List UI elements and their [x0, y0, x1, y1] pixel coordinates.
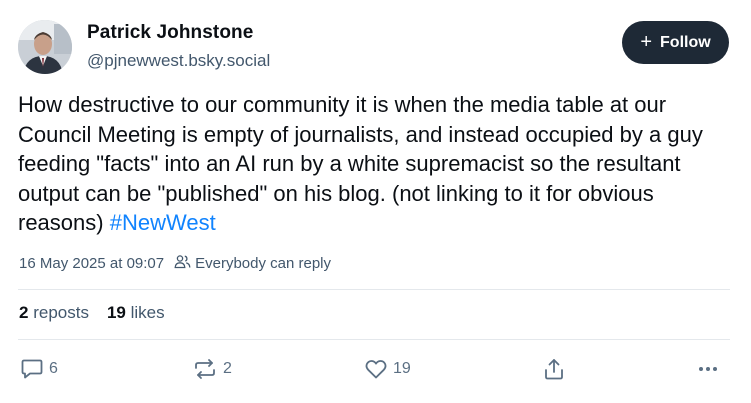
likes-count: 19: [106, 303, 126, 322]
ellipsis-icon: [697, 361, 719, 377]
author-name[interactable]: Patrick Johnstone: [87, 22, 253, 44]
like-count: 19: [393, 360, 411, 377]
follow-button[interactable]: + Follow: [622, 21, 729, 64]
post-text: How destructive to our community it is w…: [18, 90, 738, 238]
like-button[interactable]: 19: [364, 358, 411, 380]
post-timestamp[interactable]: 16 May 2025 at 09:07: [19, 255, 164, 272]
share-button[interactable]: [543, 357, 565, 381]
post-card: Patrick Johnstone @pjnewwest.bsky.social…: [0, 0, 751, 403]
reply-count: 6: [49, 360, 58, 377]
follow-button-label: Follow: [660, 33, 711, 51]
plus-icon: +: [640, 30, 653, 53]
action-bar: 6 2 19: [0, 355, 751, 385]
comment-icon: [20, 358, 44, 380]
reply-setting[interactable]: Everybody can reply: [174, 254, 331, 273]
reposts-stat[interactable]: 2 reposts: [19, 303, 89, 323]
likes-stat[interactable]: 19 likes: [107, 303, 165, 323]
repost-count: 2: [223, 360, 232, 377]
reposts-label: reposts: [33, 303, 89, 322]
people-icon: [174, 254, 191, 273]
avatar[interactable]: [18, 20, 72, 74]
reply-button[interactable]: 6: [20, 358, 58, 380]
hashtag-link[interactable]: #NewWest: [110, 210, 216, 235]
repost-button[interactable]: 2: [192, 358, 232, 380]
more-options-button[interactable]: [697, 361, 719, 377]
divider: [18, 289, 730, 290]
reposts-count: 2: [19, 303, 29, 322]
post-meta: 16 May 2025 at 09:07 Everybody can reply: [19, 254, 331, 273]
likes-label: likes: [130, 303, 165, 322]
divider: [18, 339, 730, 340]
heart-icon: [364, 358, 388, 380]
repost-icon: [192, 358, 218, 380]
author-handle[interactable]: @pjnewwest.bsky.social: [87, 51, 270, 71]
reply-setting-label: Everybody can reply: [195, 255, 332, 272]
share-icon: [543, 357, 565, 381]
engagement-stats: 2 reposts 19 likes: [19, 303, 165, 323]
